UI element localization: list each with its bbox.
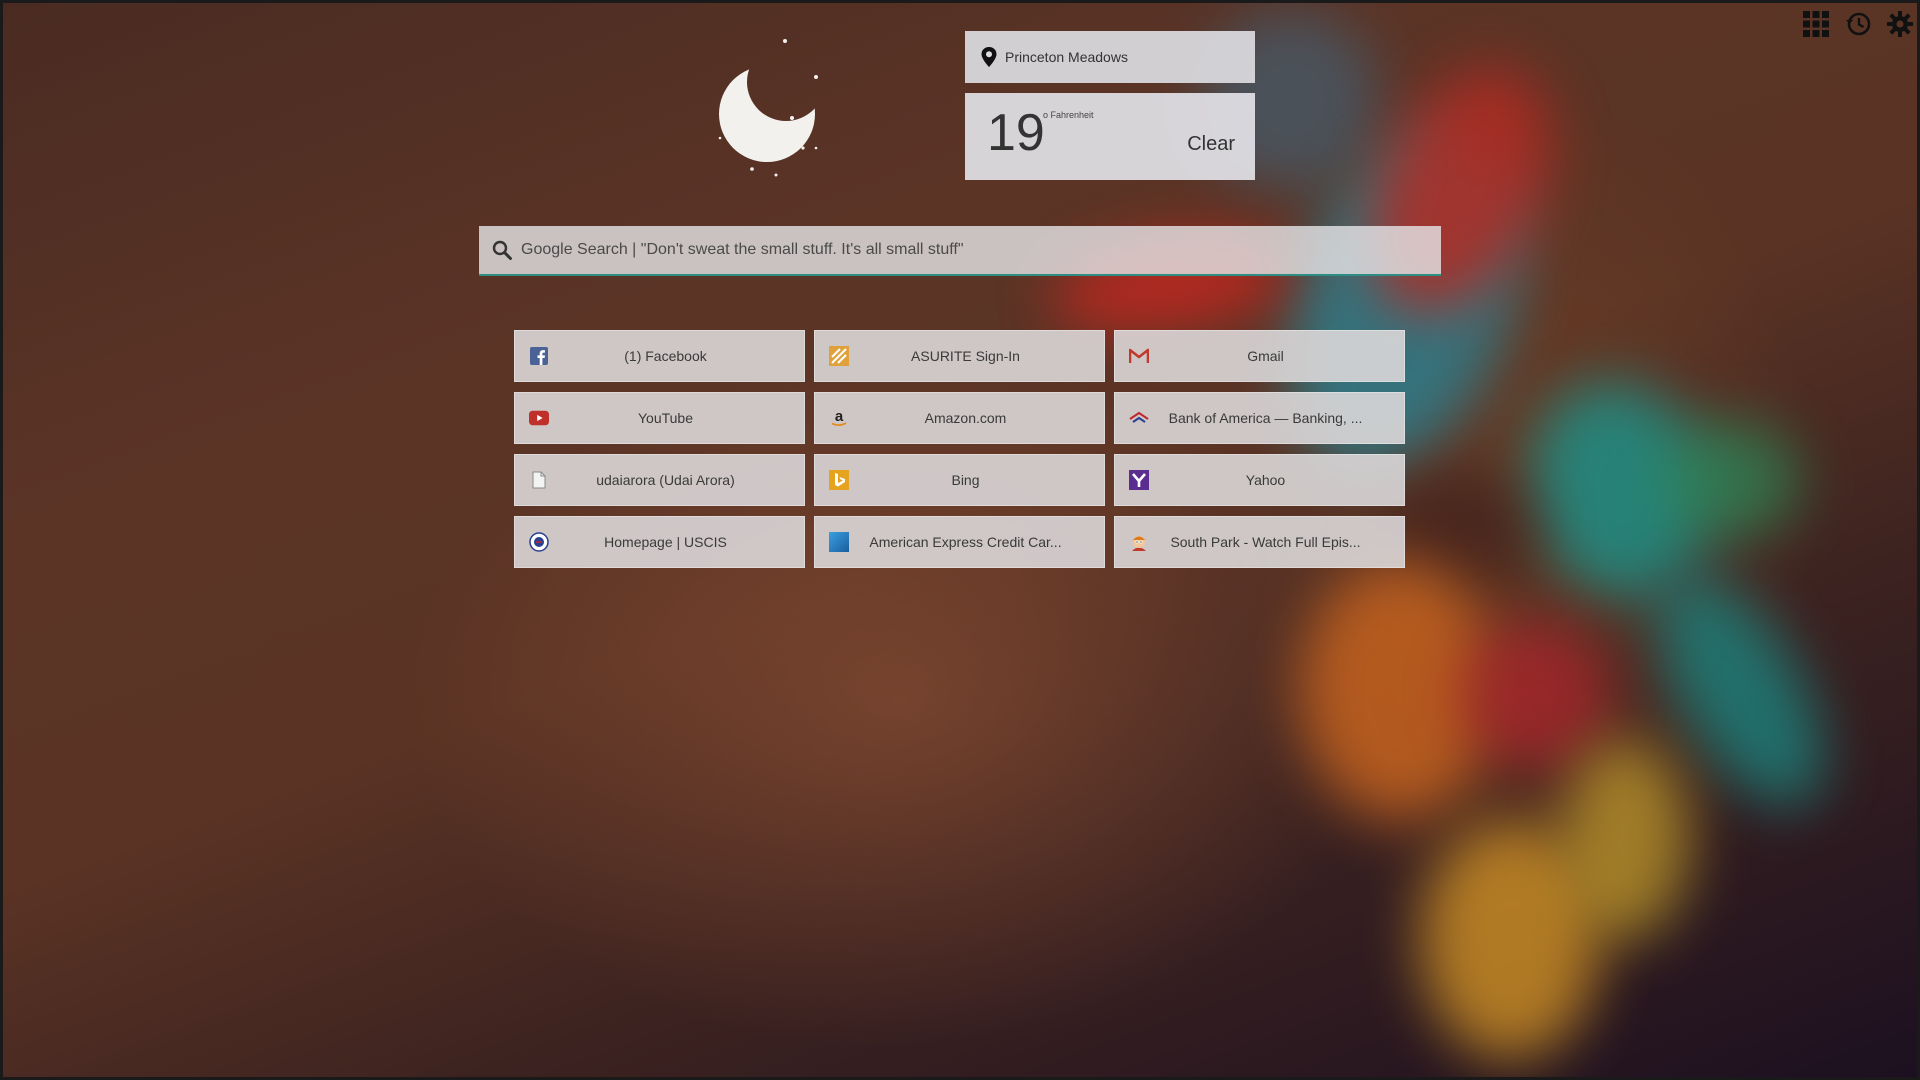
document-icon: [529, 470, 549, 490]
youtube-icon: [529, 408, 549, 428]
tile-label: Homepage | USCIS: [604, 534, 727, 550]
location-selector[interactable]: Princeton Meadows: [965, 31, 1255, 83]
search-input[interactable]: [519, 225, 1441, 275]
location-pin-icon: [981, 47, 997, 67]
history-icon[interactable]: [1844, 10, 1872, 38]
search-bar: [479, 225, 1441, 276]
weather-unit: o Fahrenheit: [1043, 110, 1094, 120]
night-moon-icon: [690, 30, 840, 180]
settings-gear-icon[interactable]: [1886, 10, 1914, 38]
tile-udaiarora[interactable]: udaiarora (Udai Arora): [514, 454, 805, 506]
amex-icon: [829, 532, 849, 552]
tile-asurite[interactable]: ASURITE Sign-In: [814, 330, 1105, 382]
bing-icon: [829, 470, 849, 490]
south-park-icon: [1129, 532, 1149, 552]
tile-label: Yahoo: [1245, 472, 1286, 488]
tile-label: YouTube: [637, 410, 693, 426]
weather-condition: Clear: [1187, 133, 1235, 155]
tile-label: Amazon.com: [924, 410, 1007, 426]
bank-of-america-icon: [1129, 408, 1149, 428]
tile-label: udaiarora (Udai Arora): [596, 472, 735, 488]
weather-widget[interactable]: 19 o Fahrenheit Clear: [965, 93, 1255, 180]
weather-temperature: 19: [987, 104, 1045, 162]
gmail-icon: [1129, 346, 1149, 366]
location-name: Princeton Meadows: [1005, 49, 1128, 65]
tile-yahoo[interactable]: Yahoo: [1114, 454, 1405, 506]
yahoo-icon: [1129, 470, 1149, 490]
tile-facebook[interactable]: (1) Facebook: [514, 330, 805, 382]
top-right-toolbar: [1802, 10, 1914, 38]
tile-american-express[interactable]: American Express Credit Car...: [814, 516, 1105, 568]
tile-label: (1) Facebook: [624, 348, 707, 364]
tile-south-park[interactable]: South Park - Watch Full Epis...: [1114, 516, 1405, 568]
tile-amazon[interactable]: a Amazon.com: [814, 392, 1105, 444]
asu-icon: [829, 346, 849, 366]
tile-label: Gmail: [1247, 348, 1284, 364]
tile-uscis[interactable]: Homepage | USCIS: [514, 516, 805, 568]
uscis-icon: [529, 532, 549, 552]
tile-label: Bing: [951, 472, 980, 488]
tile-gmail[interactable]: Gmail: [1114, 330, 1405, 382]
facebook-icon: [529, 346, 549, 366]
tile-bing[interactable]: Bing: [814, 454, 1105, 506]
most-visited-tiles: (1) Facebook ASURITE Sign-In Gmail YouTu…: [514, 330, 1406, 568]
tile-label: Bank of America — Banking, ...: [1168, 410, 1363, 426]
apps-grid-icon[interactable]: [1802, 10, 1830, 38]
tile-label: American Express Credit Car...: [869, 534, 1062, 550]
svg-text:a: a: [835, 408, 844, 425]
amazon-icon: a: [829, 408, 849, 428]
tile-label: South Park - Watch Full Epis...: [1170, 534, 1361, 550]
tile-bank-of-america[interactable]: Bank of America — Banking, ...: [1114, 392, 1405, 444]
tile-label: ASURITE Sign-In: [911, 348, 1020, 364]
search-icon: [492, 240, 512, 260]
tile-youtube[interactable]: YouTube: [514, 392, 805, 444]
